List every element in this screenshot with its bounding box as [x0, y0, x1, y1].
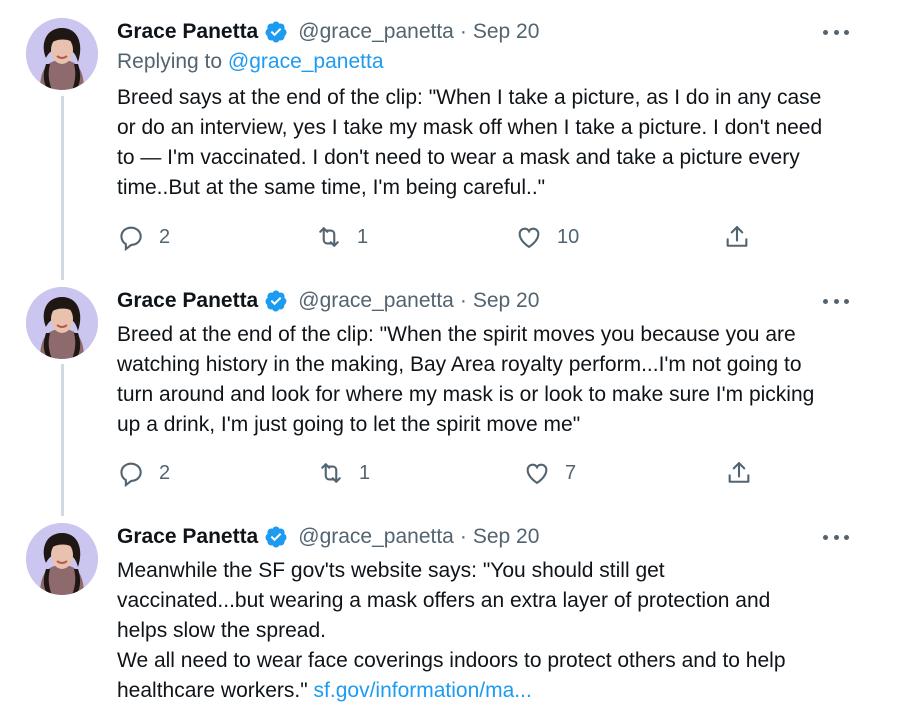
avatar[interactable] — [26, 287, 98, 359]
tweet-header: Grace Panetta @grace_panetta · Sep 20 — [117, 523, 887, 551]
separator: · — [459, 289, 467, 312]
more-icon[interactable] — [823, 18, 849, 46]
separator: · — [459, 20, 467, 43]
retweet-icon — [319, 227, 339, 247]
retweet-count: 1 — [359, 461, 371, 484]
share-button[interactable] — [723, 220, 751, 254]
author-name[interactable]: Grace Panetta — [117, 289, 258, 313]
like-button[interactable]: 10 — [515, 220, 579, 254]
share-icon — [728, 462, 750, 483]
external-link[interactable]: sf.gov/information/ma... — [314, 679, 532, 702]
tweet-actions: 2 1 10 — [117, 220, 777, 254]
reply-icon — [120, 226, 142, 251]
tweet-text: Breed says at the end of the clip: "When… — [117, 86, 823, 199]
verified-badge-icon — [265, 21, 287, 43]
tweet-text: Meanwhile the SF gov'ts website says: "Y… — [117, 556, 887, 706]
retweet-icon — [321, 463, 341, 483]
tweet-date[interactable]: Sep 20 — [473, 289, 540, 313]
retweet-count: 1 — [357, 225, 369, 248]
avatar-photo — [26, 523, 98, 595]
tweet-date[interactable]: Sep 20 — [473, 525, 540, 549]
author-name[interactable]: Grace Panetta — [117, 20, 258, 44]
like-icon — [526, 463, 548, 485]
retweet-button[interactable]: 1 — [317, 456, 370, 490]
tweet-text: Breed at the end of the clip: "When the … — [117, 323, 815, 436]
retweet-button[interactable]: 1 — [315, 220, 368, 254]
tweet-header: Grace Panetta @grace_panetta · Sep 20 — [117, 18, 887, 46]
more-icon[interactable] — [823, 287, 849, 315]
separator: · — [459, 525, 467, 548]
reply-icon — [120, 462, 142, 487]
author-name[interactable]: Grace Panetta — [117, 525, 258, 549]
share-button[interactable] — [725, 456, 753, 490]
author-handle[interactable]: @grace_panetta — [298, 289, 454, 313]
like-count: 10 — [557, 225, 580, 248]
reply-button[interactable]: 2 — [117, 220, 170, 254]
tweet-header: Grace Panetta @grace_panetta · Sep 20 — [117, 287, 887, 315]
reply-button[interactable]: 2 — [117, 456, 170, 490]
more-icon[interactable] — [823, 523, 849, 551]
thread-line — [61, 96, 64, 280]
author-handle[interactable]: @grace_panetta — [298, 20, 454, 44]
replying-to: Replying to @grace_panetta — [117, 50, 887, 78]
avatar-photo — [26, 18, 98, 90]
reply-count: 2 — [159, 225, 171, 248]
like-button[interactable]: 7 — [523, 456, 576, 490]
avatar-photo — [26, 287, 98, 359]
verified-badge-icon — [265, 526, 287, 548]
avatar[interactable] — [26, 18, 98, 90]
tweet-actions: 2 1 7 — [117, 456, 777, 490]
author-handle[interactable]: @grace_panetta — [298, 525, 454, 549]
like-icon — [518, 227, 540, 249]
mention-link[interactable]: @grace_panetta — [228, 50, 384, 73]
verified-badge-icon — [265, 290, 287, 312]
like-count: 7 — [565, 461, 577, 484]
thread-line — [61, 364, 64, 516]
tweet-date[interactable]: Sep 20 — [473, 20, 540, 44]
replying-label: Replying to — [117, 50, 223, 73]
reply-count: 2 — [159, 461, 171, 484]
avatar[interactable] — [26, 523, 98, 595]
share-icon — [726, 226, 748, 247]
